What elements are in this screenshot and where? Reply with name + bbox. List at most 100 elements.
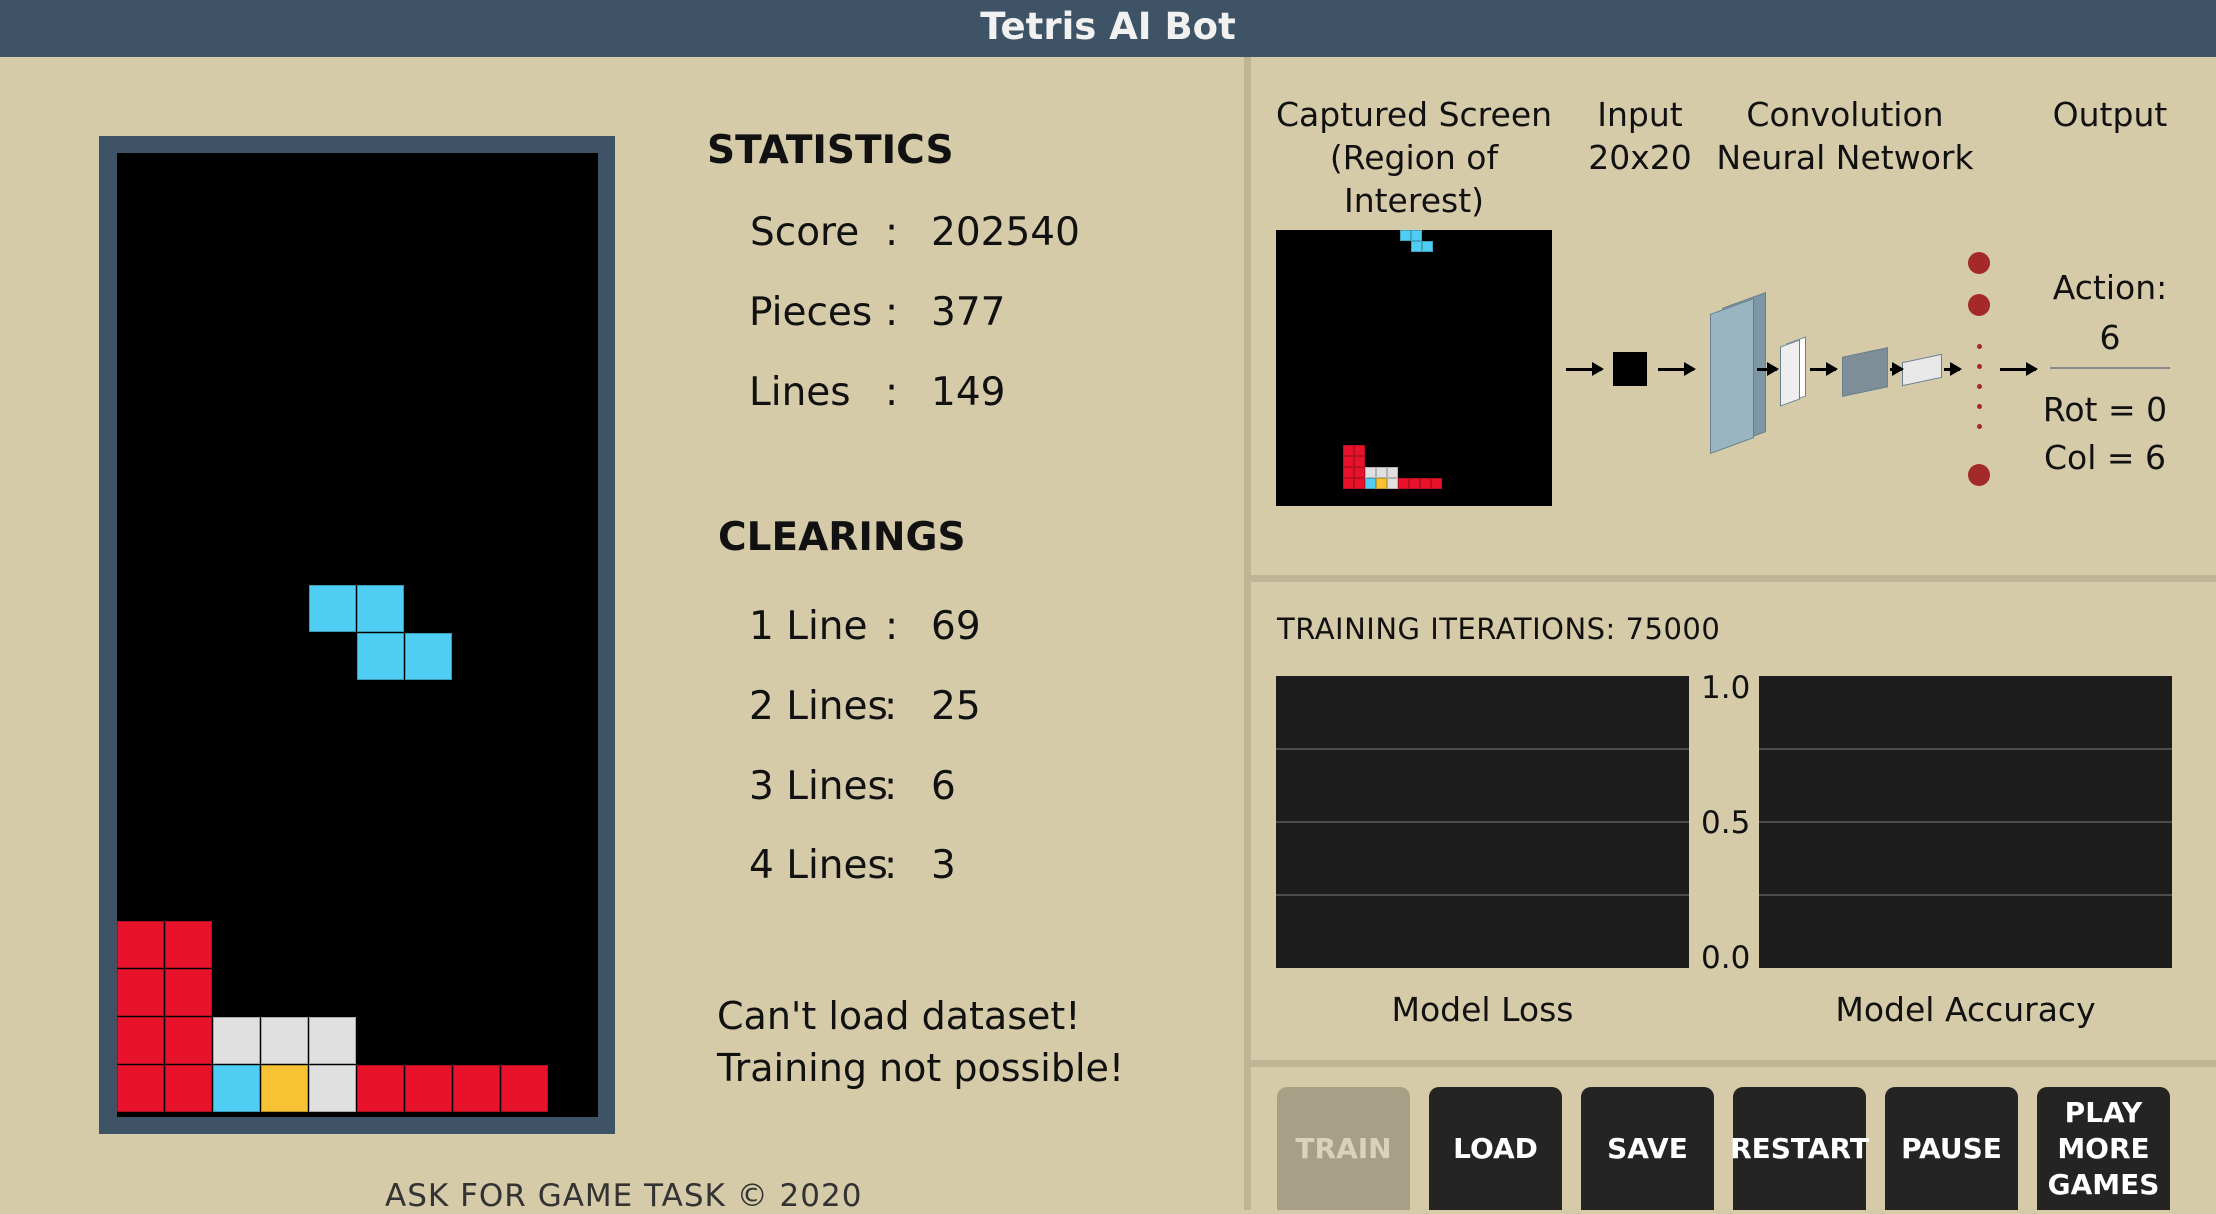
y-tick-0.0: 0.0 — [1701, 940, 1751, 976]
play-more-games-button[interactable]: PLAY MORE GAMES — [2037, 1087, 2170, 1210]
score-value: 202540 — [931, 210, 1080, 255]
rotation-value: Rot = 0 — [2042, 390, 2168, 429]
captured-header-line2: (Region of Interest) — [1329, 138, 1499, 220]
score-colon: : — [885, 210, 899, 255]
locked-block — [165, 1017, 212, 1064]
input-header-line2: 20x20 — [1588, 138, 1692, 177]
preview-block — [1343, 445, 1354, 456]
app-title: Tetris AI Bot — [0, 0, 2216, 57]
preview-block — [1343, 456, 1354, 467]
save-button[interactable]: SAVE — [1581, 1087, 1714, 1210]
clear-2-lines-colon: : — [884, 684, 898, 729]
pieces-label: Pieces — [749, 290, 873, 335]
panel-divider — [1244, 57, 1251, 1210]
preview-falling-block — [1422, 241, 1433, 252]
clear-3-lines-colon: : — [884, 764, 898, 809]
preview-block — [1387, 478, 1398, 489]
copyright-footer: ASK FOR GAME TASK © 2020 — [385, 1178, 863, 1214]
lines-colon: : — [885, 370, 899, 415]
model-loss-plot — [1276, 676, 1689, 968]
locked-block — [165, 1065, 212, 1112]
model-accuracy-plot — [1759, 676, 2172, 968]
preview-block — [1354, 467, 1365, 478]
arrow-icon — [1658, 362, 1696, 376]
load-button[interactable]: LOAD — [1429, 1087, 1562, 1210]
cnn-header: Convolution Neural Network — [1715, 93, 1975, 179]
clear-3-lines-label: 3 Lines — [749, 764, 888, 809]
train-button[interactable]: TRAIN — [1277, 1087, 1410, 1210]
message-line-1: Can't load dataset! — [717, 994, 1081, 1038]
locked-block — [309, 1065, 356, 1112]
preview-block — [1398, 478, 1409, 489]
captured-screen-preview — [1276, 230, 1552, 506]
captured-header-line1: Captured Screen — [1275, 95, 1553, 134]
pieces-colon: : — [885, 290, 899, 335]
locked-block — [117, 921, 164, 968]
lines-value: 149 — [931, 370, 1006, 415]
cnn-header-line2: Neural Network — [1716, 138, 1974, 177]
arrow-icon — [2000, 362, 2038, 376]
falling-piece-block — [357, 585, 404, 632]
preview-block — [1387, 467, 1398, 478]
preview-block — [1420, 478, 1431, 489]
restart-button[interactable]: RESTART — [1730, 1087, 1869, 1210]
statistics-heading: STATISTICS — [707, 128, 954, 173]
output-divider — [2050, 367, 2170, 369]
preview-block — [1354, 445, 1365, 456]
locked-block — [501, 1065, 548, 1112]
preview-falling-block — [1400, 230, 1411, 241]
cnn-header-line1: Convolution — [1746, 95, 1944, 134]
clear-1-line-colon: : — [885, 604, 899, 649]
message-line-2: Training not possible! — [717, 1046, 1125, 1090]
locked-block — [165, 969, 212, 1016]
falling-piece-block — [309, 585, 356, 632]
preview-block — [1365, 467, 1376, 478]
output-header: Output — [2052, 95, 2168, 134]
locked-block — [453, 1065, 500, 1112]
score-label: Score — [750, 210, 860, 255]
input-header-line1: Input — [1597, 95, 1683, 134]
locked-block — [213, 1017, 260, 1064]
y-tick-1.0: 1.0 — [1701, 670, 1751, 706]
preview-block — [1354, 478, 1365, 489]
locked-block — [261, 1065, 308, 1112]
clear-4-lines-value: 3 — [931, 843, 956, 888]
locked-block — [165, 921, 212, 968]
column-value: Col = 6 — [2043, 438, 2167, 477]
clear-3-lines-value: 6 — [931, 764, 956, 809]
clearings-heading: CLEARINGS — [718, 515, 966, 560]
input-header: Input 20x20 — [1580, 93, 1700, 179]
training-divider — [1251, 1060, 2216, 1067]
locked-block — [213, 1065, 260, 1112]
tetris-board[interactable] — [117, 153, 598, 1117]
lines-label: Lines — [749, 370, 851, 415]
locked-block — [309, 1017, 356, 1064]
locked-block — [117, 969, 164, 1016]
clear-2-lines-label: 2 Lines — [749, 684, 888, 729]
locked-block — [117, 1017, 164, 1064]
dataset-error-message: Can't load dataset! Training not possibl… — [717, 990, 1124, 1094]
pause-button[interactable]: PAUSE — [1885, 1087, 2018, 1210]
arrow-icon — [1566, 362, 1604, 376]
preview-block — [1365, 478, 1376, 489]
captured-screen-header: Captured Screen (Region of Interest) — [1266, 93, 1562, 222]
locked-block — [117, 1065, 164, 1112]
pieces-value: 377 — [931, 290, 1006, 335]
preview-block — [1431, 478, 1442, 489]
network-divider — [1251, 575, 2216, 582]
locked-block — [261, 1017, 308, 1064]
action-label: Action: — [2052, 268, 2168, 307]
preview-block — [1376, 478, 1387, 489]
clear-1-line-label: 1 Line — [749, 604, 868, 649]
preview-block — [1343, 478, 1354, 489]
preview-falling-block — [1411, 241, 1422, 252]
preview-block — [1376, 467, 1387, 478]
preview-block — [1343, 467, 1354, 478]
preview-block — [1409, 478, 1420, 489]
falling-piece-block — [405, 633, 452, 680]
clear-4-lines-colon: : — [884, 843, 898, 888]
preview-block — [1354, 456, 1365, 467]
y-tick-0.5: 0.5 — [1701, 805, 1751, 841]
locked-block — [405, 1065, 452, 1112]
model-accuracy-label: Model Accuracy — [1835, 990, 2096, 1029]
